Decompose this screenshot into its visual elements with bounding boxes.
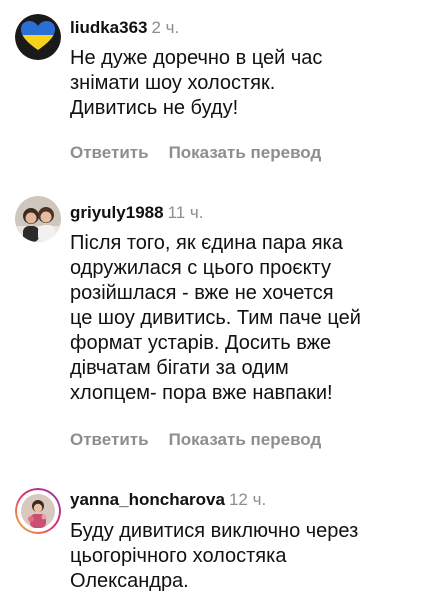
username[interactable]: yanna_honcharova — [70, 490, 225, 509]
show-translation-button[interactable]: Показать перевод — [169, 143, 322, 162]
timestamp: 2 ч. — [151, 18, 180, 37]
avatar[interactable] — [15, 488, 61, 534]
reply-button[interactable]: Ответить — [70, 430, 149, 449]
comment-meta: liudka363 2 ч. — [70, 18, 179, 38]
ukraine-heart-avatar-icon — [15, 14, 61, 60]
show-translation-button[interactable]: Показать перевод — [169, 430, 322, 449]
user-photo-avatar-icon — [15, 488, 61, 534]
reply-button[interactable]: Ответить — [70, 143, 149, 162]
username[interactable]: liudka363 — [70, 18, 148, 37]
timestamp: 12 ч. — [228, 490, 267, 509]
user-photo-avatar-icon — [15, 196, 61, 242]
avatar[interactable] — [15, 196, 61, 242]
username[interactable]: griyuly1988 — [70, 203, 164, 222]
timestamp: 11 ч. — [167, 203, 204, 222]
comment-text: Після того, як єдина пара яка одружилася… — [70, 232, 361, 404]
comment-text: Буду дивитися виключно через цьогорічног… — [70, 520, 359, 592]
comment-meta: yanna_honcharova 12 ч. — [70, 490, 266, 510]
avatar[interactable] — [15, 14, 61, 60]
comment-meta: griyuly1988 11 ч. — [70, 203, 204, 223]
comment-actions: Ответить Показать перевод — [70, 430, 321, 450]
comment-actions: Ответить Показать перевод — [70, 143, 321, 163]
comment-text: Не дуже доречно в цей час знімати шоу хо… — [70, 47, 323, 119]
